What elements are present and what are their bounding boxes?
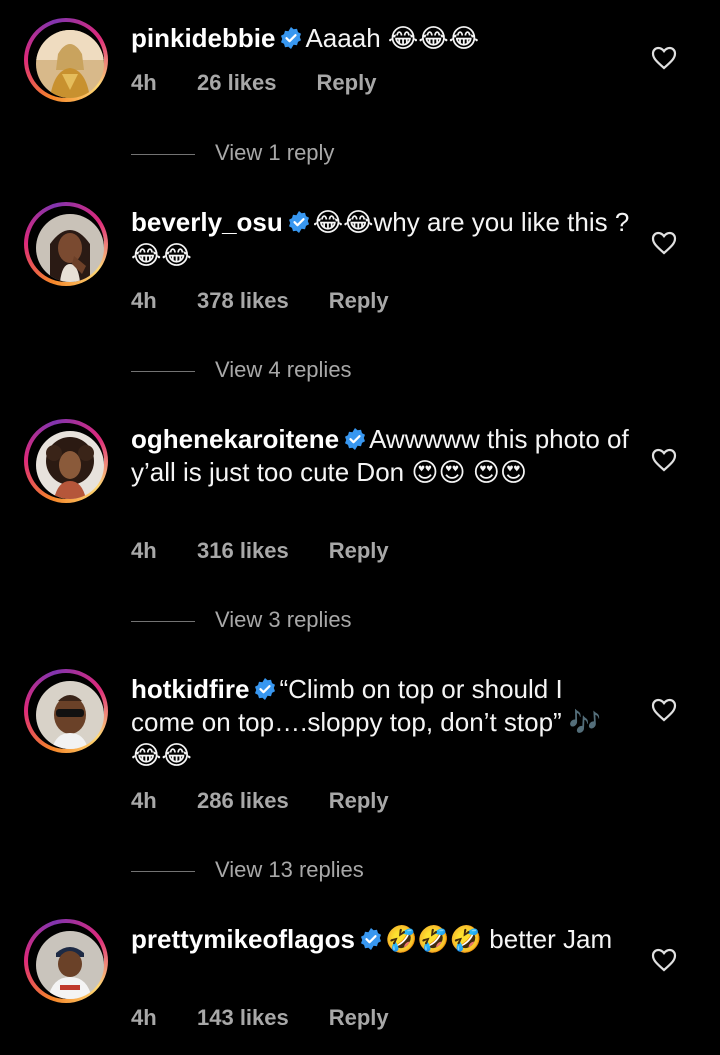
verified-badge-icon bbox=[288, 211, 309, 233]
avatar[interactable] bbox=[24, 669, 108, 753]
avatar[interactable] bbox=[24, 18, 108, 102]
view-replies-link[interactable]: View 13 replies bbox=[131, 857, 364, 883]
divider-line bbox=[131, 870, 195, 872]
comment-timestamp: 4h bbox=[131, 1005, 157, 1030]
view-replies-link[interactable]: View 4 replies bbox=[131, 357, 352, 383]
verified-badge-icon bbox=[345, 428, 366, 450]
avatar-image bbox=[36, 30, 104, 98]
comment-text-block: hotkidfire “Climb on top or should I come… bbox=[131, 673, 631, 772]
heart-outline-icon[interactable] bbox=[651, 948, 677, 972]
comment-likes-count[interactable]: 143 likes bbox=[197, 1005, 289, 1031]
view-replies-label: View 3 replies bbox=[215, 607, 352, 632]
view-replies-label: View 13 replies bbox=[215, 857, 364, 882]
heart-outline-icon[interactable] bbox=[651, 46, 677, 70]
comment-text-block: beverly_osu 😂😂why are you like this ? 😂😂 bbox=[131, 206, 631, 272]
view-replies-link[interactable]: View 1 reply bbox=[131, 140, 334, 166]
comment-timestamp: 4h bbox=[131, 70, 157, 95]
view-replies-label: View 1 reply bbox=[215, 140, 335, 165]
divider-line bbox=[131, 370, 195, 372]
verified-badge-icon bbox=[255, 678, 276, 700]
divider-line bbox=[131, 620, 195, 622]
comment-likes-count[interactable]: 378 likes bbox=[197, 288, 289, 314]
reply-button[interactable]: Reply bbox=[329, 538, 389, 564]
comment-timestamp: 4h bbox=[131, 788, 157, 813]
heart-outline-icon[interactable] bbox=[651, 448, 677, 472]
verified-badge-icon bbox=[360, 928, 381, 950]
avatar-image bbox=[36, 214, 104, 282]
comment-meta: 4h 26 likes Reply bbox=[131, 70, 376, 96]
avatar-image bbox=[36, 931, 104, 999]
comment-timestamp: 4h bbox=[131, 288, 157, 313]
comment-username[interactable]: prettymikeoflagos bbox=[131, 924, 355, 954]
comment-username[interactable]: pinkidebbie bbox=[131, 23, 275, 53]
avatar-image bbox=[36, 431, 104, 499]
comment-text-block: prettymikeoflagos 🤣🤣🤣 better Jam bbox=[131, 923, 631, 956]
reply-button[interactable]: Reply bbox=[317, 70, 377, 96]
reply-button[interactable]: Reply bbox=[329, 1005, 389, 1031]
heart-outline-icon[interactable] bbox=[651, 698, 677, 722]
avatar-image bbox=[36, 681, 104, 749]
heart-outline-icon[interactable] bbox=[651, 231, 677, 255]
comment-text: 🤣🤣🤣 better Jam bbox=[384, 924, 613, 954]
comment-text: Aaaah 😂😂😂 bbox=[305, 23, 480, 53]
avatar[interactable] bbox=[24, 419, 108, 503]
comment-meta: 4h 143 likes Reply bbox=[131, 1005, 389, 1031]
verified-badge-icon bbox=[281, 27, 302, 49]
comment-username[interactable]: oghenekaroitene bbox=[131, 424, 339, 454]
comment-text-block: oghenekaroitene Awwwww this photo of y’al… bbox=[131, 423, 631, 489]
comment-username[interactable]: beverly_osu bbox=[131, 207, 283, 237]
divider-line bbox=[131, 153, 195, 155]
comment-text-block: pinkidebbie Aaaah 😂😂😂 bbox=[131, 22, 631, 55]
comment-meta: 4h 378 likes Reply bbox=[131, 288, 389, 314]
comment-likes-count[interactable]: 26 likes bbox=[197, 70, 277, 96]
comment-likes-count[interactable]: 286 likes bbox=[197, 788, 289, 814]
comment-timestamp: 4h bbox=[131, 538, 157, 563]
avatar[interactable] bbox=[24, 202, 108, 286]
view-replies-label: View 4 replies bbox=[215, 357, 352, 382]
view-replies-link[interactable]: View 3 replies bbox=[131, 607, 352, 633]
comment-likes-count[interactable]: 316 likes bbox=[197, 538, 289, 564]
avatar[interactable] bbox=[24, 919, 108, 1003]
reply-button[interactable]: Reply bbox=[329, 788, 389, 814]
comment-meta: 4h 316 likes Reply bbox=[131, 538, 389, 564]
reply-button[interactable]: Reply bbox=[329, 288, 389, 314]
comment-username[interactable]: hotkidfire bbox=[131, 674, 249, 704]
comment-meta: 4h 286 likes Reply bbox=[131, 788, 389, 814]
